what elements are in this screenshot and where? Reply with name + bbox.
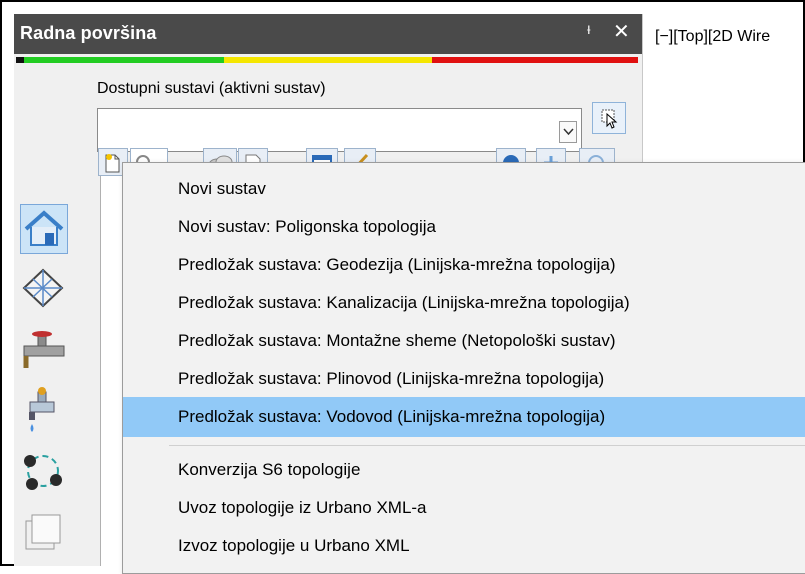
close-icon[interactable]: ✕ [613,19,630,44]
menu-item-label: Konverzija S6 topologije [178,460,361,479]
status-bar-green [24,57,224,63]
menu-item-template-gas[interactable]: Predložak sustava: Plinovod (Linijska-mr… [123,359,805,399]
water-tap-icon [29,387,55,432]
menu-item-label: Predložak sustava: Vodovod (Linijska-mre… [178,407,606,426]
menu-item-label: Predložak sustava: Plinovod (Linijska-mr… [178,369,605,388]
sidebar-item-documents[interactable] [20,511,68,561]
menu-item-template-geodesy[interactable]: Predložak sustava: Geodezija (Linijska-m… [123,245,805,285]
grid-surface-icon [22,268,64,308]
menu-item-template-sewer[interactable]: Predložak sustava: Kanalizacija (Linijsk… [123,283,805,323]
pick-system-button[interactable] [592,102,626,134]
sidebar-item-pipe[interactable] [20,324,68,374]
menu-item-new-system[interactable]: Novi sustav [123,169,805,209]
menu-item-label: Izvoz topologije u Urbano XML [178,536,410,555]
menu-item-label: Predložak sustava: Geodezija (Linijska-m… [178,255,616,274]
sidebar-item-surface[interactable] [20,264,68,314]
network-nodes-icon [24,455,62,490]
sidebar-item-water[interactable] [20,384,68,434]
palette-titlebar[interactable]: Radna površina ᵻ ✕ [14,14,642,54]
palette-title: Radna površina [20,23,157,43]
menu-item-template-water[interactable]: Predložak sustava: Vodovod (Linijska-mre… [123,397,805,437]
house-icon [24,210,64,246]
sidebar [14,176,94,566]
menu-item-label: Novi sustav: Poligonska topologija [178,217,436,236]
new-system-icon [105,154,120,173]
pin-icon[interactable]: ᵻ [587,21,591,39]
sidebar-item-network[interactable] [20,446,68,496]
cursor-select-icon [601,109,618,129]
menu-item-import-urbano[interactable]: Uvoz topologije iz Urbano XML-a [123,488,805,528]
menu-item-convert-s6[interactable]: Konverzija S6 topologije [123,450,805,490]
documents-icon [25,514,61,550]
systems-label: Dostupni sustavi (aktivni sustav) [97,80,326,97]
menu-item-label: Uvoz topologije iz Urbano XML-a [178,498,427,517]
pipe-valve-icon [23,331,65,368]
menu-item-template-assembly[interactable]: Predložak sustava: Montažne sheme (Netop… [123,321,805,361]
status-bar-yellow [224,57,432,63]
chevron-down-icon[interactable] [559,121,577,143]
systems-dropdown[interactable] [97,108,582,152]
menu-item-label: Predložak sustava: Kanalizacija (Linijsk… [178,293,630,312]
menu-item-label: Novi sustav [178,179,266,198]
menu-item-new-polygon-system[interactable]: Novi sustav: Poligonska topologija [123,207,805,247]
viewport-label[interactable]: [−][Top][2D Wire [655,28,770,46]
status-bar-black [16,57,24,63]
menu-separator [169,445,805,446]
menu-item-export-urbano[interactable]: Izvoz topologije u Urbano XML [123,526,805,566]
context-menu: Novi sustav Novi sustav: Poligonska topo… [122,162,805,574]
menu-item-label: Predložak sustava: Montažne sheme (Netop… [178,331,616,350]
status-bar-red [432,57,638,63]
sidebar-item-home[interactable] [20,204,68,254]
